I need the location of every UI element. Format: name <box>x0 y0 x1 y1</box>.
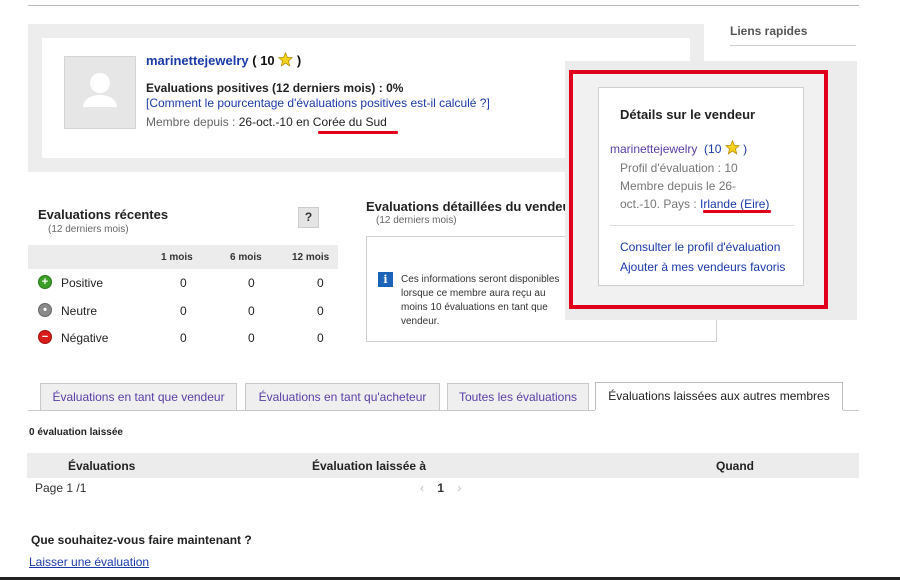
recent-feedback-title: Evaluations récentes <box>38 207 169 222</box>
cell-value: 0 <box>180 276 187 290</box>
seller-popup-title: Détails sur le vendeur <box>620 107 756 122</box>
cell-value: 0 <box>248 331 255 345</box>
add-favorite-seller-link[interactable]: Ajouter à mes vendeurs favoris <box>620 260 785 274</box>
member-since: Membre depuis : 26-oct.-10 en Corée du S… <box>146 115 387 129</box>
member-since-label: Membre depuis : <box>146 115 236 129</box>
negative-minus-icon: − <box>38 330 52 344</box>
open-paren: ( <box>252 53 257 68</box>
col-1-month: 1 mois <box>161 252 193 263</box>
table-row-negative: − Négative 0 0 0 <box>28 325 338 351</box>
col-feedback: Évaluations <box>68 459 136 473</box>
info-icon: i <box>378 272 393 287</box>
table-row-neutral: • Neutre 0 0 0 <box>28 298 338 324</box>
avatar <box>64 56 136 129</box>
positive-plus-icon: + <box>38 275 52 289</box>
pagination: ‹ 1 › <box>420 481 461 495</box>
cell-value: 0 <box>248 276 255 290</box>
member-since-date: 26-oct.-10 en <box>238 115 310 129</box>
popup-country-red-underline <box>703 210 771 213</box>
profile-score[interactable]: 10 <box>260 53 274 68</box>
seller-popup-country: Irlande (Eire) <box>700 197 770 211</box>
star-icon <box>724 139 740 155</box>
table-row-positive: + Positive 0 0 0 <box>28 270 338 296</box>
detailed-ratings-title: Evaluations détaillées du vendeur <box>366 199 566 214</box>
cell-value: 0 <box>180 331 187 345</box>
help-button[interactable]: ? <box>298 207 319 228</box>
col-6-months: 6 mois <box>230 252 262 263</box>
table-header: 1 mois 6 mois 12 mois <box>28 245 338 269</box>
col-left-for: Évaluation laissée à <box>312 459 427 473</box>
col-when: Quand <box>716 459 754 473</box>
col-12-months: 12 mois <box>292 252 330 263</box>
quick-links-title: Liens rapides <box>730 24 808 38</box>
detailed-ratings-info: Ces informations seront disponibles lors… <box>401 274 560 327</box>
row-label: Positive <box>61 276 104 290</box>
cell-value: 0 <box>317 304 324 318</box>
view-feedback-profile-link[interactable]: Consulter le profil d'évaluation <box>620 240 780 254</box>
cell-value: 0 <box>248 304 255 318</box>
tab-all-feedback[interactable]: Toutes les évaluations <box>447 383 589 410</box>
member-country: Corée du Sud <box>312 115 387 129</box>
seller-popup-member-date: oct.-10. Pays : <box>620 197 697 211</box>
profile-username-link[interactable]: marinettejewelry <box>146 53 249 68</box>
feedback-count: 0 évaluation laissée <box>29 427 123 438</box>
prev-page-chevron-icon[interactable]: ‹ <box>420 481 424 495</box>
percentage-calc-link[interactable]: [Comment le pourcentage d'évaluations po… <box>146 96 490 110</box>
row-label: Négative <box>61 331 109 345</box>
seller-popup-username[interactable]: marinettejewelry <box>610 142 697 156</box>
cell-value: 0 <box>180 304 187 318</box>
seller-popup-profile-score: Profil d'évaluation : 10 <box>620 161 738 175</box>
cell-value: 0 <box>317 331 324 345</box>
top-divider <box>28 5 859 6</box>
tab-seller-feedback[interactable]: Évaluations en tant que vendeur <box>40 383 237 410</box>
seller-popup-user: marinettejewelry (10 ) <box>610 139 748 156</box>
quick-links-divider <box>730 45 856 46</box>
close-paren: ) <box>296 53 302 68</box>
active-tab-gap <box>595 410 843 412</box>
tab-feedback-left-for-others[interactable]: Évaluations laissées aux autres membres <box>595 382 843 412</box>
neutral-circle-icon: • <box>38 303 52 317</box>
seller-popup-score[interactable]: (10 <box>704 142 721 156</box>
positive-percentage: Evaluations positives (12 derniers mois)… <box>146 81 404 95</box>
recent-feedback-subtitle: (12 derniers mois) <box>48 224 129 235</box>
leave-feedback-link[interactable]: Laisser une évaluation <box>29 555 149 569</box>
seller-popup-member-since: Membre depuis le 26- <box>620 179 737 193</box>
profile-username-line: marinettejewelry ( 10 ) <box>146 51 302 68</box>
seller-popup-close-paren: ) <box>743 142 748 156</box>
user-silhouette-icon <box>83 73 117 107</box>
what-now-heading: Que souhaitez-vous faire maintenant ? <box>31 533 252 547</box>
next-page-chevron-icon[interactable]: › <box>457 481 461 495</box>
detailed-ratings-subtitle: (12 derniers mois) <box>376 215 457 226</box>
row-label: Neutre <box>61 304 98 318</box>
seller-popup-member-country: oct.-10. Pays : Irlande (Eire) <box>620 197 769 211</box>
cell-value: 0 <box>317 276 324 290</box>
tab-buyer-feedback[interactable]: Évaluations en tant qu'acheteur <box>245 383 440 410</box>
page-info: Page 1 /1 <box>35 481 87 495</box>
star-icon <box>278 51 294 67</box>
current-page[interactable]: 1 <box>437 481 444 495</box>
seller-popup-divider <box>610 225 794 226</box>
country-red-underline <box>318 131 398 134</box>
